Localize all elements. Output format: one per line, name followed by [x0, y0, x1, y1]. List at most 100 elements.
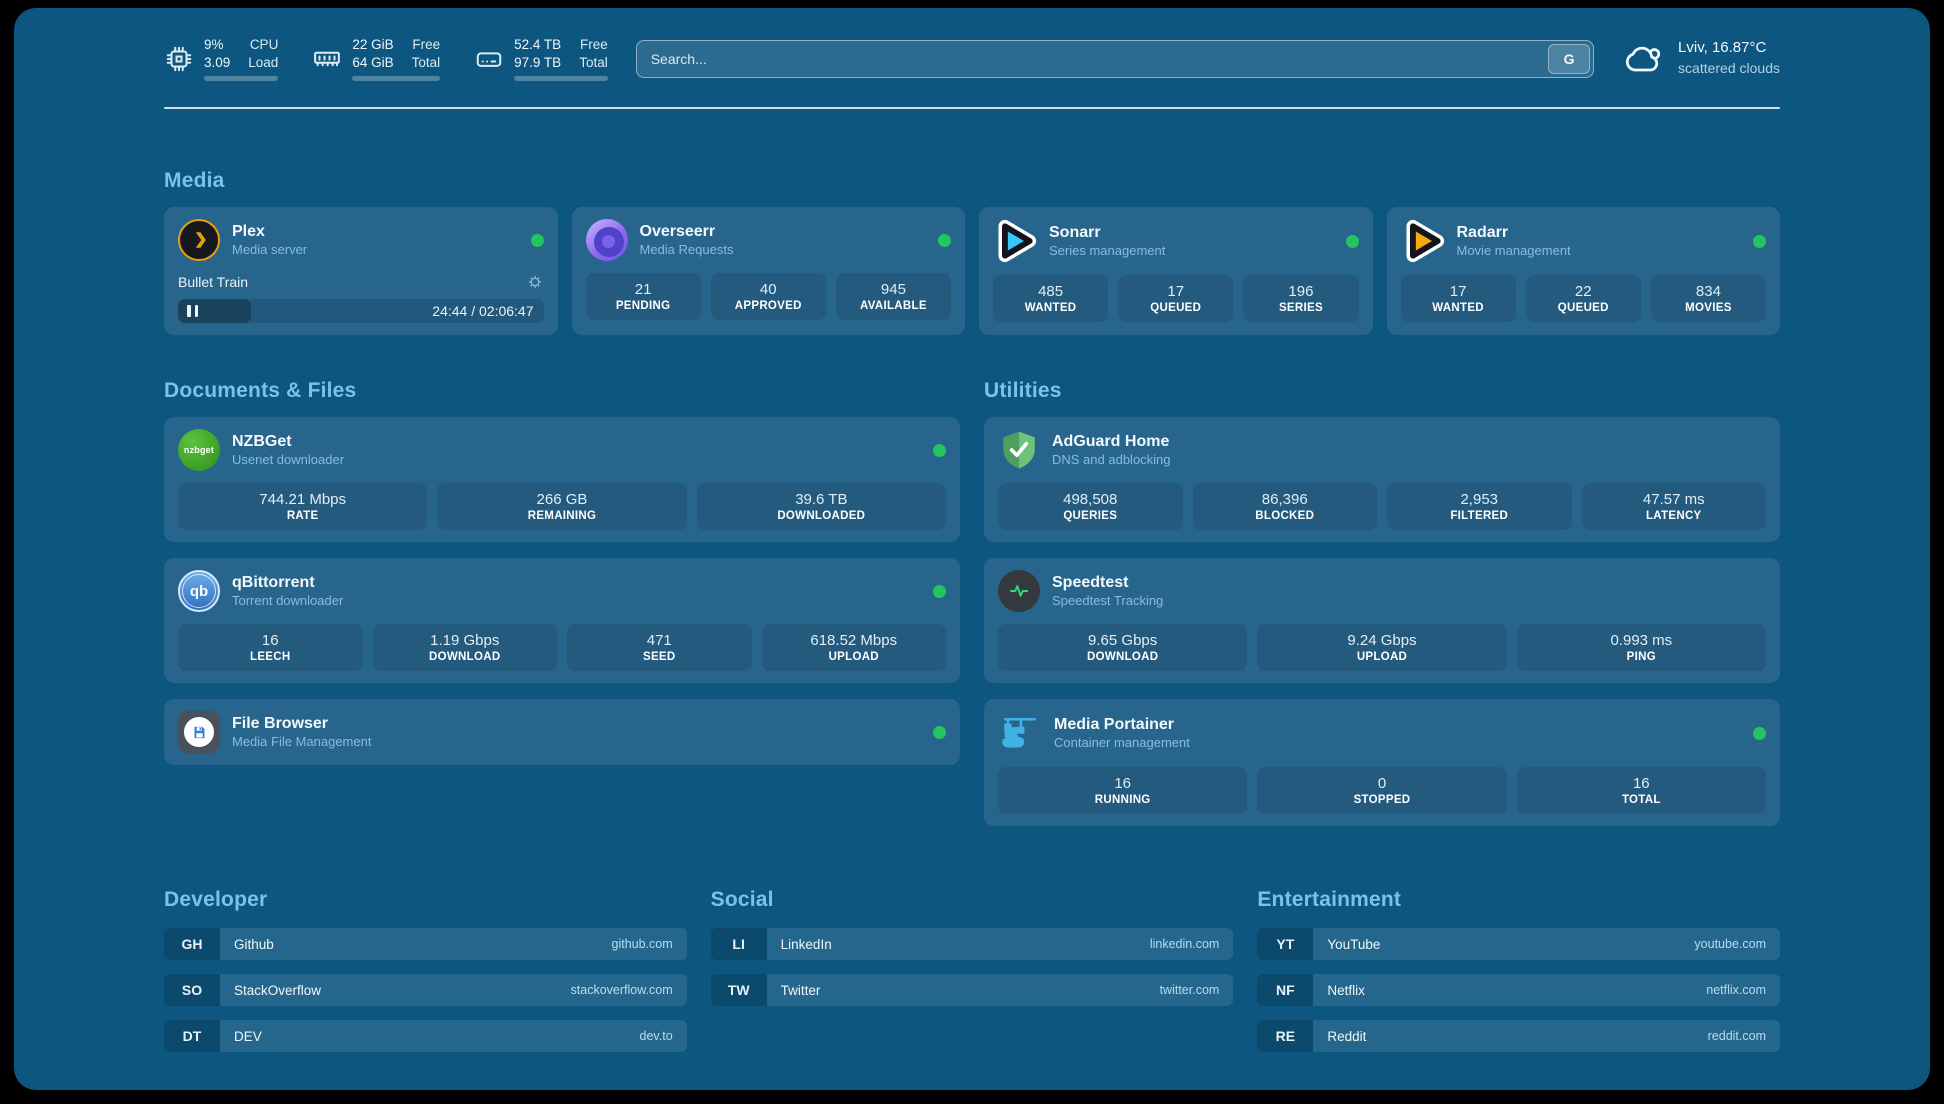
service-card-adguard[interactable]: AdGuard Home DNS and adblocking 498,508 …	[984, 417, 1780, 542]
memory-total-value: 64 GiB	[352, 55, 393, 70]
hard-drive-icon	[474, 44, 504, 74]
service-card-nzbget[interactable]: nzbget NZBGet Usenet downloader 744.21 M…	[164, 417, 960, 542]
memory-usage-bar	[352, 76, 440, 81]
service-subtitle: DNS and adblocking	[1052, 452, 1171, 469]
cpu-load-label: Load	[248, 55, 278, 70]
disk-free-value: 52.4 TB	[514, 37, 561, 52]
stat-download: 9.65 Gbps DOWNLOAD	[998, 624, 1247, 671]
stat-stopped: 0 STOPPED	[1257, 767, 1506, 814]
dashboard-screen: 9% 3.09 CPU Load	[14, 8, 1930, 1090]
bookmark-domain: twitter.com	[1160, 983, 1220, 997]
cpu-load-value: 3.09	[204, 55, 230, 70]
search-bar: G	[636, 40, 1594, 78]
bookmark-name: Netflix	[1327, 983, 1365, 998]
bookmark-linkedin[interactable]: LI LinkedIn linkedin.com	[711, 928, 1234, 960]
stat-series: 196 SERIES	[1243, 275, 1358, 322]
section-title-social: Social	[711, 888, 1234, 912]
bookmark-dev[interactable]: DT DEV dev.to	[164, 1020, 687, 1052]
service-name: Plex	[232, 222, 307, 242]
service-subtitle: Usenet downloader	[232, 452, 344, 469]
service-card-qbittorrent[interactable]: qb qBittorrent Torrent downloader 16	[164, 558, 960, 683]
top-bar: 9% 3.09 CPU Load	[164, 36, 1780, 81]
portainer-crane-icon	[998, 711, 1042, 755]
service-card-overseerr[interactable]: Overseerr Media Requests 21 PENDING 40 A…	[572, 207, 966, 335]
documents-column: Documents & Files nzbget NZBGet Usenet d…	[164, 379, 960, 826]
speedtest-pulse-icon	[998, 570, 1040, 612]
media-grid: Plex Media server Bullet Train	[164, 207, 1780, 335]
section-title-entertainment: Entertainment	[1257, 888, 1780, 912]
status-online-dot	[933, 444, 946, 457]
service-card-plex[interactable]: Plex Media server Bullet Train	[164, 207, 558, 335]
bookmark-twitter[interactable]: TW Twitter twitter.com	[711, 974, 1234, 1006]
service-card-radarr[interactable]: Radarr Movie management 17 WANTED 22 QUE…	[1387, 207, 1781, 335]
bookmark-abbr: SO	[164, 974, 220, 1006]
service-subtitle: Media Requests	[640, 242, 734, 259]
stat-total: 16 TOTAL	[1517, 767, 1766, 814]
sonarr-icon	[993, 219, 1037, 263]
stat-pending: 21 PENDING	[586, 273, 701, 320]
stat-queued: 22 QUEUED	[1526, 275, 1641, 322]
disk-usage-bar	[514, 76, 608, 81]
stat-leech: 16 LEECH	[178, 624, 363, 671]
service-name: Overseerr	[640, 222, 734, 242]
bookmark-name: Github	[234, 937, 274, 952]
service-card-sonarr[interactable]: Sonarr Series management 485 WANTED 17 Q…	[979, 207, 1373, 335]
service-name: Media Portainer	[1054, 715, 1190, 735]
bookmark-name: StackOverflow	[234, 983, 321, 998]
stat-downloaded: 39.6 TB DOWNLOADED	[697, 483, 946, 530]
service-card-filebrowser[interactable]: File Browser Media File Management	[164, 699, 960, 765]
bookmark-abbr: NF	[1257, 974, 1313, 1006]
search-provider-button[interactable]: G	[1548, 44, 1590, 74]
bookmarks-social: Social LI LinkedIn linkedin.com TW Twitt…	[711, 888, 1234, 1066]
nzbget-icon: nzbget	[178, 429, 220, 471]
stat-wanted: 485 WANTED	[993, 275, 1108, 322]
stat-queued: 17 QUEUED	[1118, 275, 1233, 322]
bookmark-netflix[interactable]: NF Netflix netflix.com	[1257, 974, 1780, 1006]
bookmark-domain: dev.to	[640, 1029, 673, 1043]
bookmark-domain: stackoverflow.com	[571, 983, 673, 997]
service-subtitle: Speedtest Tracking	[1052, 593, 1163, 610]
stat-ping: 0.993 ms PING	[1517, 624, 1766, 671]
service-subtitle: Movie management	[1457, 243, 1571, 260]
service-subtitle: Media server	[232, 242, 307, 259]
bookmark-youtube[interactable]: YT YouTube youtube.com	[1257, 928, 1780, 960]
bookmark-stackoverflow[interactable]: SO StackOverflow stackoverflow.com	[164, 974, 687, 1006]
service-subtitle: Media File Management	[232, 734, 371, 751]
memory-total-label: Total	[412, 55, 441, 70]
bookmark-abbr: YT	[1257, 928, 1313, 960]
search-input[interactable]	[636, 40, 1594, 78]
bookmarks-entertainment: Entertainment YT YouTube youtube.com NF …	[1257, 888, 1780, 1066]
status-online-dot	[531, 234, 544, 247]
bookmark-name: DEV	[234, 1029, 262, 1044]
bookmark-reddit[interactable]: RE Reddit reddit.com	[1257, 1020, 1780, 1052]
stat-rate: 744.21 Mbps RATE	[178, 483, 427, 530]
bookmark-github[interactable]: GH Github github.com	[164, 928, 687, 960]
service-card-portainer[interactable]: Media Portainer Container management 16 …	[984, 699, 1780, 826]
memory-icon	[312, 44, 342, 74]
stat-approved: 40 APPROVED	[711, 273, 826, 320]
disk-widget: 52.4 TB 97.9 TB Free Total	[474, 36, 608, 81]
resource-widgets: 9% 3.09 CPU Load	[164, 36, 608, 81]
bookmark-name: LinkedIn	[781, 937, 832, 952]
cpu-chip-icon	[164, 44, 194, 74]
bookmark-domain: github.com	[612, 937, 673, 951]
bookmarks-developer: Developer GH Github github.com SO StackO…	[164, 888, 687, 1066]
weather-location-temp: Lviv, 16.87°C	[1678, 39, 1766, 56]
qbittorrent-icon: qb	[178, 570, 220, 612]
stat-available: 945 AVAILABLE	[836, 273, 951, 320]
bookmark-abbr: GH	[164, 928, 220, 960]
disk-free-label: Free	[580, 37, 608, 52]
stat-upload: 618.52 Mbps UPLOAD	[762, 624, 947, 671]
bookmark-name: Reddit	[1327, 1029, 1366, 1044]
service-card-speedtest[interactable]: Speedtest Speedtest Tracking 9.65 Gbps D…	[984, 558, 1780, 683]
service-name: Sonarr	[1049, 223, 1165, 243]
pause-button[interactable]	[187, 305, 198, 317]
section-title-developer: Developer	[164, 888, 687, 912]
service-name: AdGuard Home	[1052, 432, 1171, 452]
memory-widget: 22 GiB 64 GiB Free Total	[312, 36, 440, 81]
adguard-shield-icon	[998, 429, 1040, 471]
bookmark-domain: reddit.com	[1708, 1029, 1766, 1043]
transcode-gear-icon	[526, 273, 544, 291]
service-subtitle: Series management	[1049, 243, 1165, 260]
stat-upload: 9.24 Gbps UPLOAD	[1257, 624, 1506, 671]
